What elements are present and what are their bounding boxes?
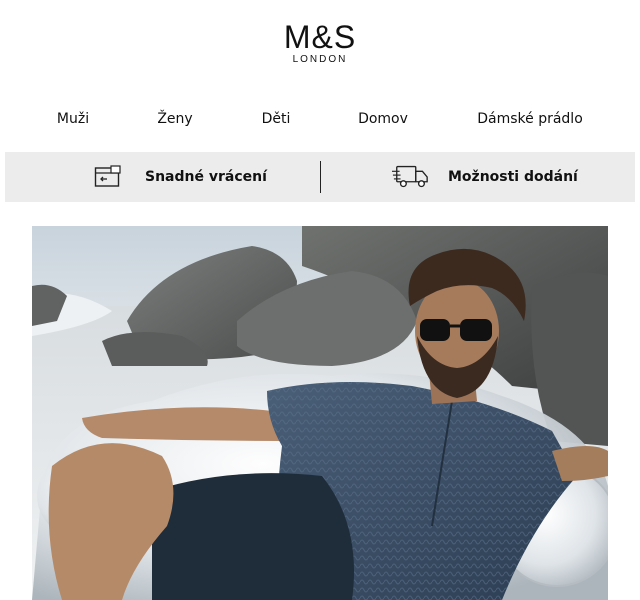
easy-returns-label: Snadné vrácení — [145, 169, 267, 185]
service-divider — [320, 161, 321, 193]
hero-photo-man-beach — [32, 226, 608, 600]
brand-name: M&S — [283, 19, 357, 55]
hero-image[interactable] — [32, 226, 608, 600]
delivery-options-label: Možnosti dodání — [448, 169, 578, 185]
service-bar: Snadné vrácení Možnosti dodání — [5, 152, 635, 202]
delivery-truck-icon — [392, 162, 430, 192]
brand-subtitle: LONDON — [292, 54, 348, 65]
main-nav: Muži Ženy Děti Domov Dámské prádlo — [0, 109, 640, 131]
nav-item-domov[interactable]: Domov — [358, 109, 408, 129]
nav-item-deti[interactable]: Děti — [262, 109, 291, 129]
nav-item-damske-pradlo[interactable]: Dámské prádlo — [477, 109, 583, 129]
return-box-icon — [89, 162, 127, 192]
delivery-options-link[interactable]: Možnosti dodání — [392, 152, 578, 202]
easy-returns-link[interactable]: Snadné vrácení — [89, 152, 267, 202]
brand-logo[interactable]: M&S LONDON — [0, 18, 640, 66]
nav-item-muzi[interactable]: Muži — [57, 109, 89, 129]
email-page: M&S LONDON Muži Ženy Děti Domov Dámské p… — [0, 0, 640, 600]
nav-item-zeny[interactable]: Ženy — [157, 109, 192, 129]
